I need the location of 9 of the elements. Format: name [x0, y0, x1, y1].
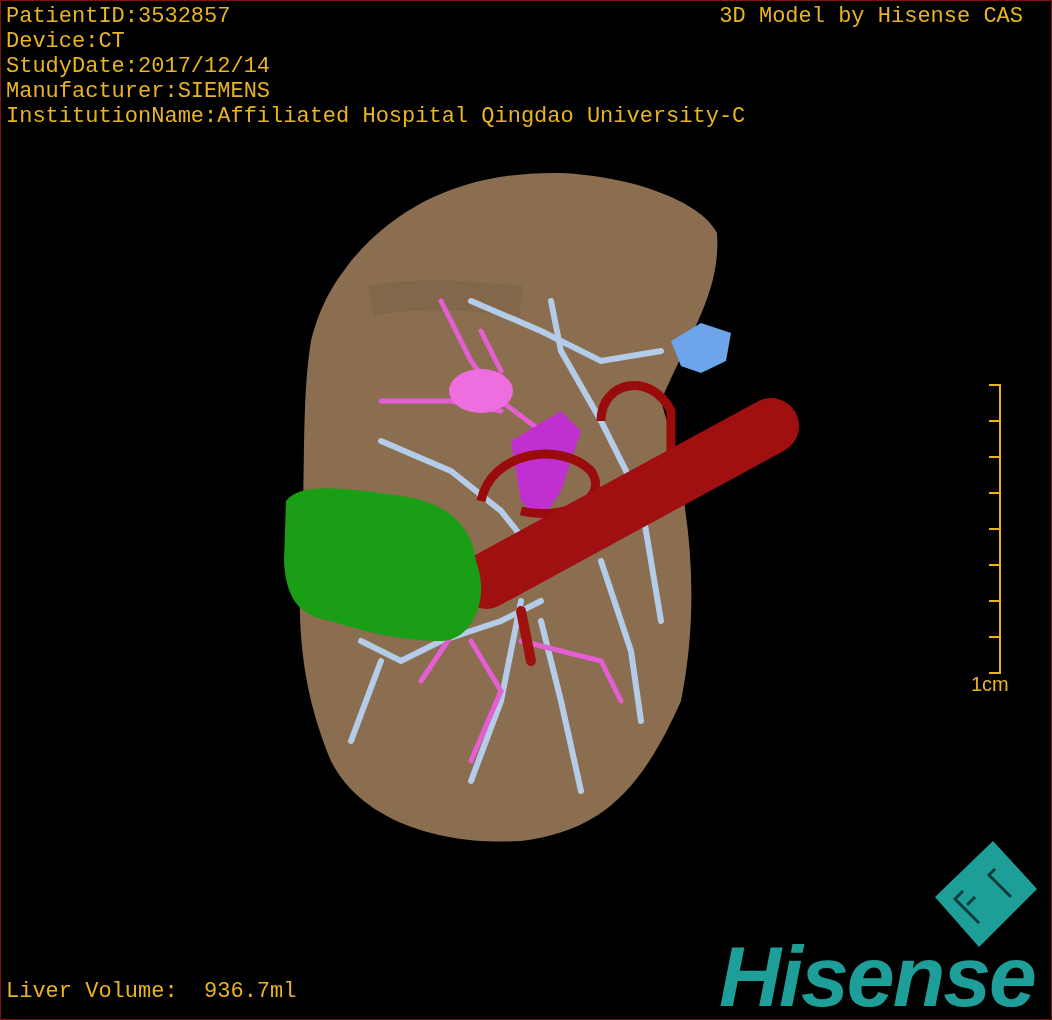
- logo-wordmark: Hisense: [719, 931, 1035, 1019]
- liver-volume-text: Liver Volume: 936.7ml: [6, 979, 297, 1004]
- viewer-title: 3D Model by Hisense CAS: [719, 4, 1023, 29]
- scale-label: 1cm: [971, 672, 1009, 697]
- patient-info-text: InstitutionName:Affiliated Hospital Qingdao University-C: [6, 104, 746, 129]
- patient-info-text: PatientID:3532857: [6, 4, 231, 29]
- patient-info-text: Device:CT: [6, 29, 125, 54]
- patient-info-text: StudyDate:2017/12/14: [6, 54, 271, 79]
- patient-info-text: Manufacturer:SIEMENS: [6, 79, 271, 104]
